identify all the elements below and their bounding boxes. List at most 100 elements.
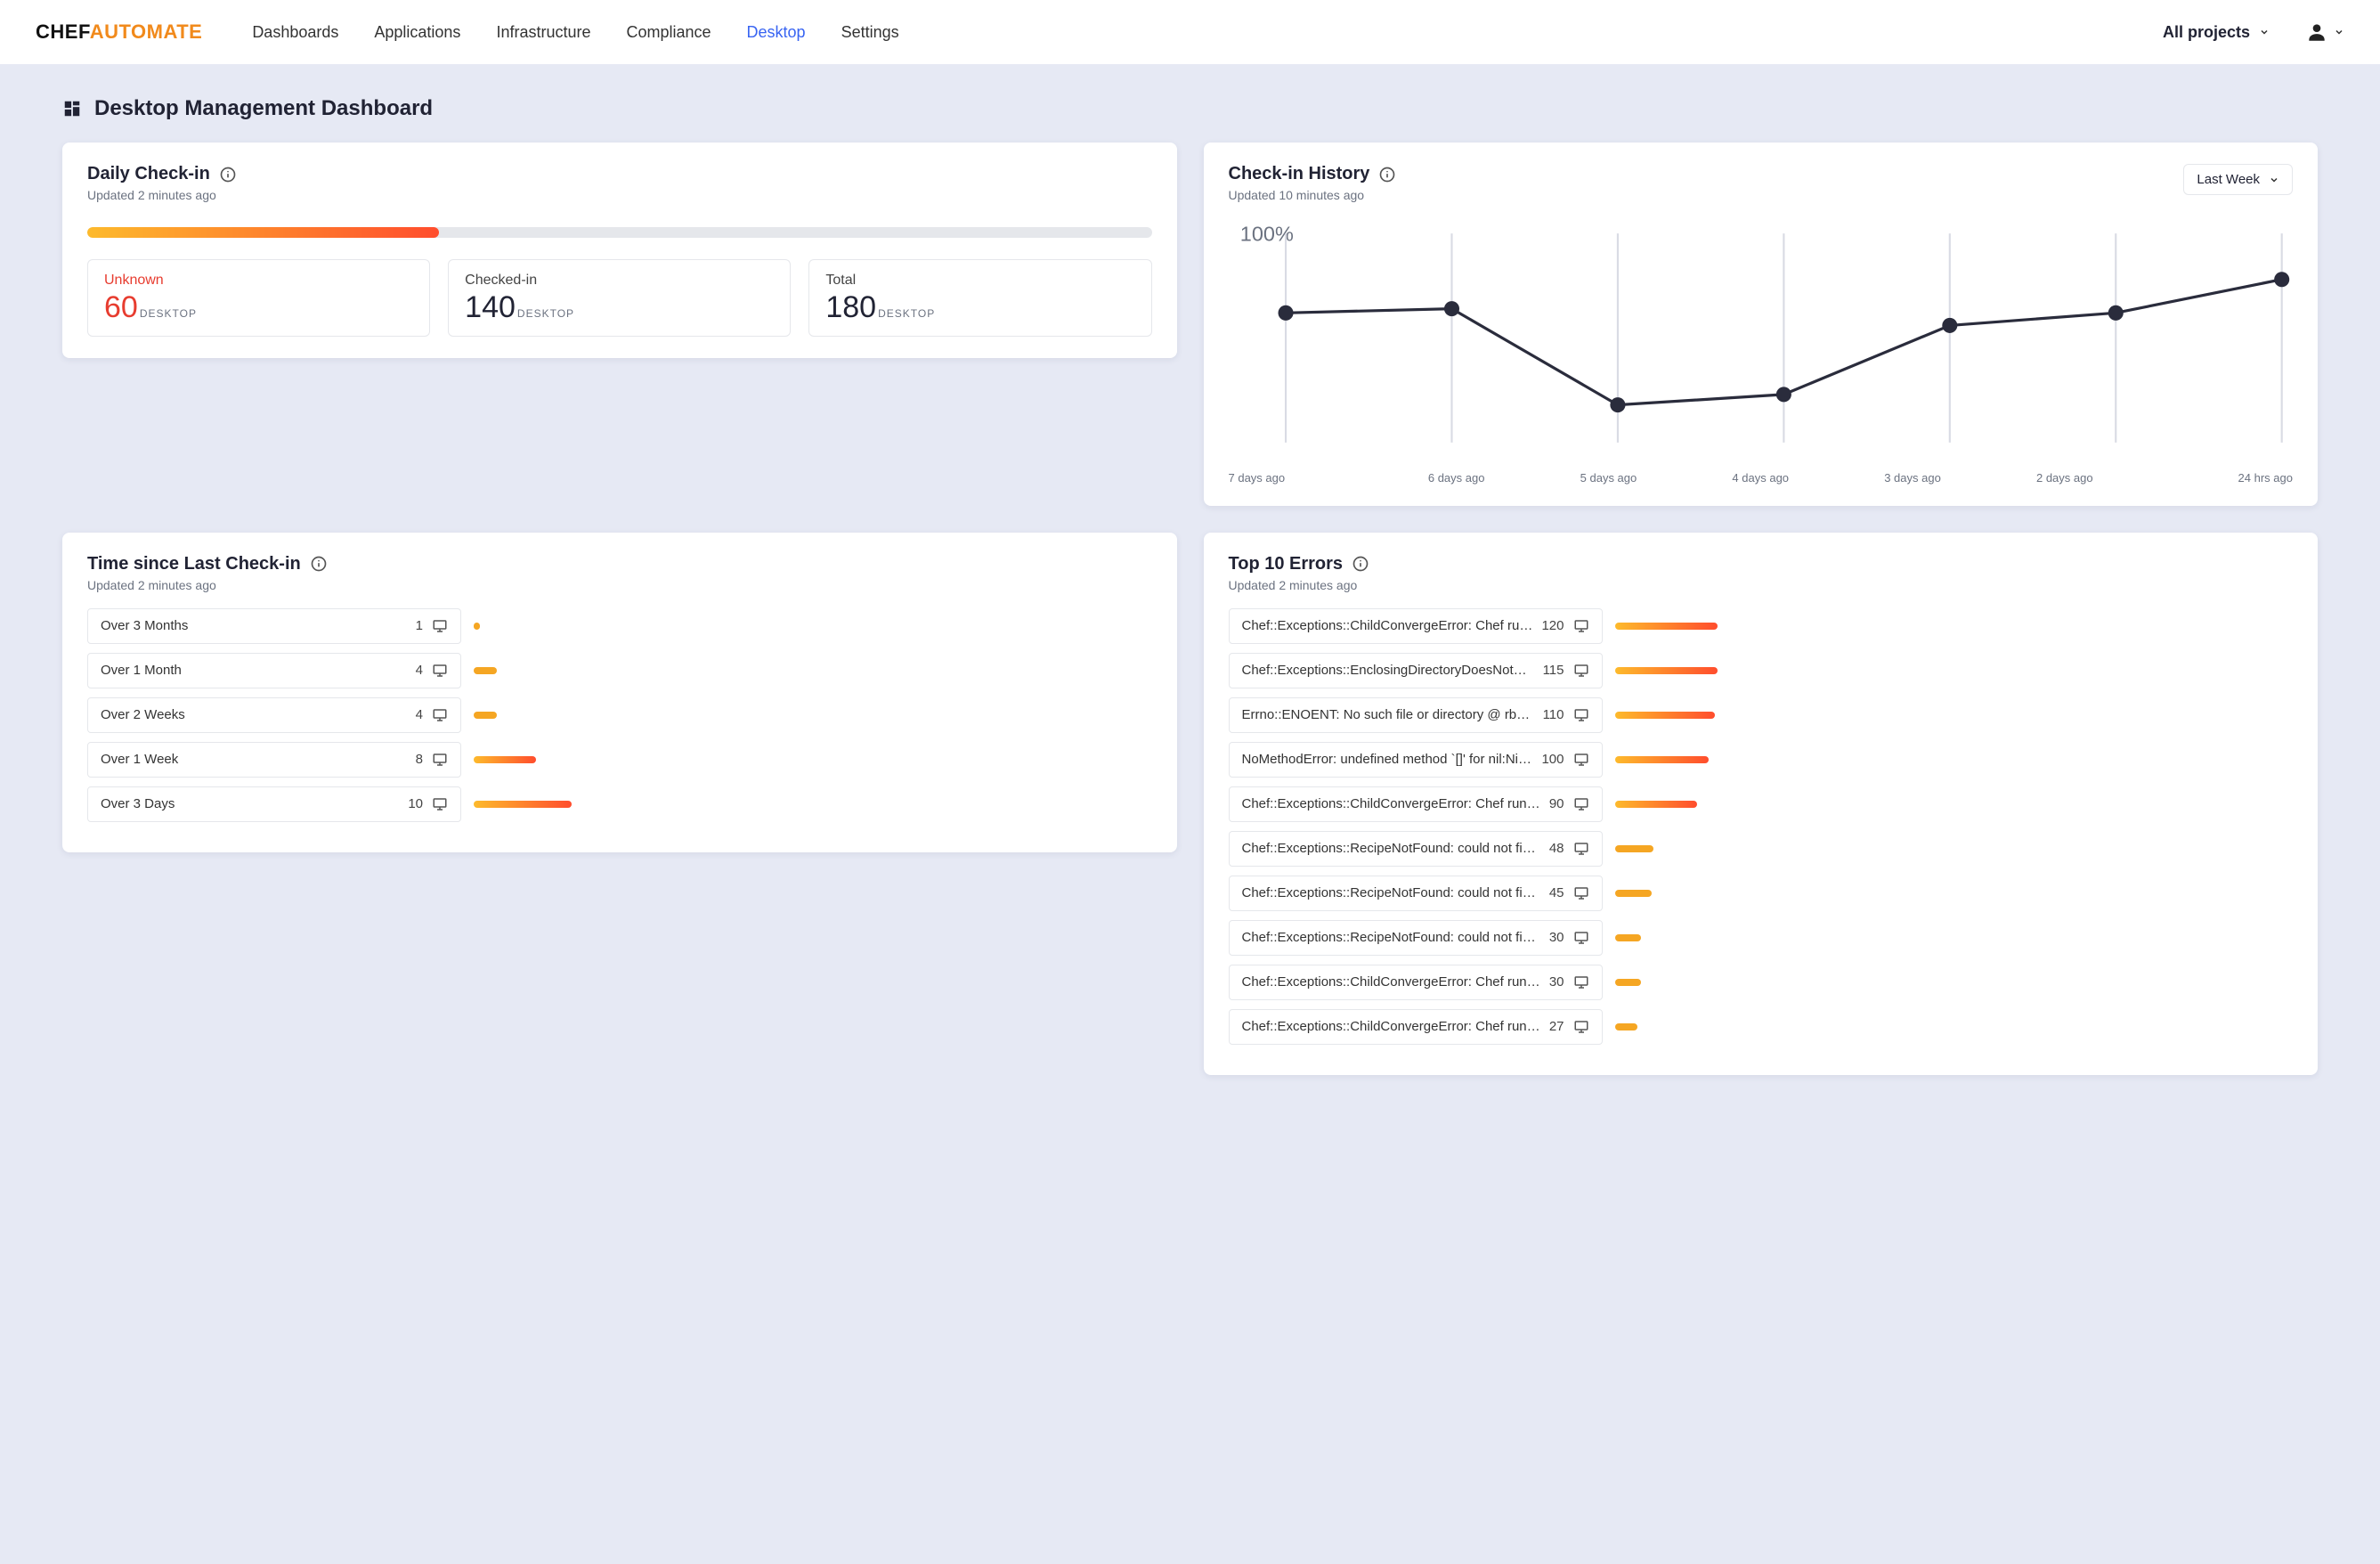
chevron-down-icon bbox=[2334, 27, 2344, 37]
nav-compliance[interactable]: Compliance bbox=[626, 23, 711, 42]
error-row: Chef::Exceptions::ChildConvergeError: Ch… bbox=[1229, 1009, 2294, 1045]
error-bar-col bbox=[1615, 934, 1718, 941]
error-item[interactable]: Chef::Exceptions::EnclosingDirectoryDoes… bbox=[1229, 653, 1603, 688]
error-item[interactable]: NoMethodError: undefined method `[]' for… bbox=[1229, 742, 1603, 778]
nav-infrastructure[interactable]: Infrastructure bbox=[496, 23, 590, 42]
since-item-count: 10 bbox=[408, 796, 423, 811]
error-item[interactable]: Chef::Exceptions::RecipeNotFound: could … bbox=[1229, 920, 1603, 956]
history-chart: 100% 7 days ago6 days ago5 days ago4 day… bbox=[1229, 218, 2294, 485]
error-bar bbox=[1615, 712, 1716, 719]
error-bar-col bbox=[1615, 667, 1718, 674]
error-bar bbox=[1615, 890, 1652, 897]
error-item-count: 27 bbox=[1549, 1019, 1564, 1034]
monitor-icon bbox=[1573, 618, 1589, 634]
error-item[interactable]: Chef::Exceptions::RecipeNotFound: could … bbox=[1229, 831, 1603, 867]
projects-dropdown[interactable]: All projects bbox=[2163, 23, 2270, 42]
monitor-icon bbox=[432, 752, 448, 768]
history-title: Check-in History bbox=[1229, 164, 1370, 184]
since-item[interactable]: Over 1 Week8 bbox=[87, 742, 461, 778]
user-menu[interactable] bbox=[2305, 20, 2344, 44]
history-x-label: 24 hrs ago bbox=[2140, 471, 2293, 485]
user-icon bbox=[2305, 20, 2328, 44]
since-title: Time since Last Check-in bbox=[87, 554, 301, 574]
stat-unknown-label: Unknown bbox=[104, 273, 413, 289]
nav-desktop[interactable]: Desktop bbox=[747, 23, 806, 42]
errors-card: Top 10 Errors Updated 2 minutes ago Chef… bbox=[1204, 533, 2319, 1075]
error-row: Chef::Exceptions::ChildConvergeError: Ch… bbox=[1229, 965, 2294, 1000]
history-x-label: 6 days ago bbox=[1380, 471, 1532, 485]
error-item-label: NoMethodError: undefined method `[]' for… bbox=[1242, 752, 1533, 767]
nav-applications[interactable]: Applications bbox=[374, 23, 460, 42]
error-row: Chef::Exceptions::RecipeNotFound: could … bbox=[1229, 876, 2294, 911]
daily-progress bbox=[87, 227, 1152, 238]
history-range-dropdown[interactable]: Last Week bbox=[2183, 164, 2293, 195]
info-icon[interactable] bbox=[1352, 555, 1369, 573]
error-bar-col bbox=[1615, 712, 1718, 719]
since-bar bbox=[474, 801, 572, 808]
error-item[interactable]: Chef::Exceptions::ChildConvergeError: Ch… bbox=[1229, 965, 1603, 1000]
since-row: Over 3 Days10 bbox=[87, 786, 1152, 822]
monitor-icon bbox=[1573, 752, 1589, 768]
error-item-label: Errno::ENOENT: No such file or directory… bbox=[1242, 707, 1534, 722]
error-item[interactable]: Errno::ENOENT: No such file or directory… bbox=[1229, 697, 1603, 733]
nav-dashboards[interactable]: Dashboards bbox=[252, 23, 338, 42]
error-item[interactable]: Chef::Exceptions::ChildConvergeError: Ch… bbox=[1229, 1009, 1603, 1045]
error-row: Chef::Exceptions::EnclosingDirectoryDoes… bbox=[1229, 653, 2294, 688]
since-bar bbox=[474, 756, 536, 763]
error-row: Chef::Exceptions::RecipeNotFound: could … bbox=[1229, 831, 2294, 867]
monitor-icon bbox=[1573, 1019, 1589, 1035]
since-bar-col bbox=[474, 801, 572, 808]
monitor-icon bbox=[432, 618, 448, 634]
daily-updated: Updated 2 minutes ago bbox=[87, 188, 1152, 202]
error-bar-col bbox=[1615, 1023, 1718, 1030]
error-row: Chef::Exceptions::ChildConvergeError: Ch… bbox=[1229, 786, 2294, 822]
info-icon[interactable] bbox=[310, 555, 328, 573]
page-title-row: Desktop Management Dashboard bbox=[62, 96, 2318, 121]
error-row: Chef::Exceptions::RecipeNotFound: could … bbox=[1229, 920, 2294, 956]
error-item-count: 48 bbox=[1549, 841, 1564, 856]
stat-checkedin[interactable]: Checked-in 140 DESKTOP bbox=[448, 259, 791, 337]
stat-unknown[interactable]: Unknown 60 DESKTOP bbox=[87, 259, 430, 337]
stat-checkedin-label: Checked-in bbox=[465, 273, 774, 289]
daily-checkin-card: Daily Check-in Updated 2 minutes ago Unk… bbox=[62, 143, 1177, 358]
history-x-label: 5 days ago bbox=[1532, 471, 1685, 485]
history-x-label: 3 days ago bbox=[1837, 471, 1989, 485]
error-bar bbox=[1615, 801, 1697, 808]
dashboard-icon bbox=[62, 99, 82, 118]
history-range-label: Last Week bbox=[2197, 172, 2260, 187]
since-item-label: Over 1 Week bbox=[101, 752, 407, 767]
error-row: Errno::ENOENT: No such file or directory… bbox=[1229, 697, 2294, 733]
error-item[interactable]: Chef::Exceptions::RecipeNotFound: could … bbox=[1229, 876, 1603, 911]
since-item-label: Over 1 Month bbox=[101, 663, 407, 678]
error-item[interactable]: Chef::Exceptions::ChildConvergeError: Ch… bbox=[1229, 786, 1603, 822]
error-item[interactable]: Chef::Exceptions::ChildConvergeError: Ch… bbox=[1229, 608, 1603, 644]
info-icon[interactable] bbox=[219, 166, 237, 183]
error-item-count: 30 bbox=[1549, 930, 1564, 945]
error-item-label: Chef::Exceptions::RecipeNotFound: could … bbox=[1242, 841, 1540, 856]
since-row: Over 2 Weeks4 bbox=[87, 697, 1152, 733]
error-item-label: Chef::Exceptions::RecipeNotFound: could … bbox=[1242, 930, 1540, 945]
history-card: Check-in History Updated 10 minutes ago … bbox=[1204, 143, 2319, 506]
since-item[interactable]: Over 1 Month4 bbox=[87, 653, 461, 688]
error-item-count: 30 bbox=[1549, 974, 1564, 990]
chevron-down-icon bbox=[2269, 175, 2279, 185]
monitor-icon bbox=[1573, 707, 1589, 723]
daily-progress-fill bbox=[87, 227, 439, 238]
error-item-label: Chef::Exceptions::ChildConvergeError: Ch… bbox=[1242, 1019, 1540, 1034]
stat-unknown-value: 60 bbox=[104, 290, 138, 325]
since-row: Over 1 Week8 bbox=[87, 742, 1152, 778]
since-item[interactable]: Over 3 Days10 bbox=[87, 786, 461, 822]
stat-total[interactable]: Total 180 DESKTOP bbox=[808, 259, 1151, 337]
history-x-label: 7 days ago bbox=[1229, 471, 1381, 485]
stat-total-value: 180 bbox=[825, 290, 876, 325]
info-icon[interactable] bbox=[1378, 166, 1396, 183]
error-bar bbox=[1615, 667, 1718, 674]
since-item[interactable]: Over 2 Weeks4 bbox=[87, 697, 461, 733]
error-item-count: 100 bbox=[1541, 752, 1564, 767]
nav-settings[interactable]: Settings bbox=[841, 23, 899, 42]
since-item[interactable]: Over 3 Months1 bbox=[87, 608, 461, 644]
history-x-labels: 7 days ago6 days ago5 days ago4 days ago… bbox=[1229, 471, 2294, 485]
since-updated: Updated 2 minutes ago bbox=[87, 578, 1152, 592]
logo-automate: AUTOMATE bbox=[90, 20, 203, 43]
monitor-icon bbox=[1573, 663, 1589, 679]
